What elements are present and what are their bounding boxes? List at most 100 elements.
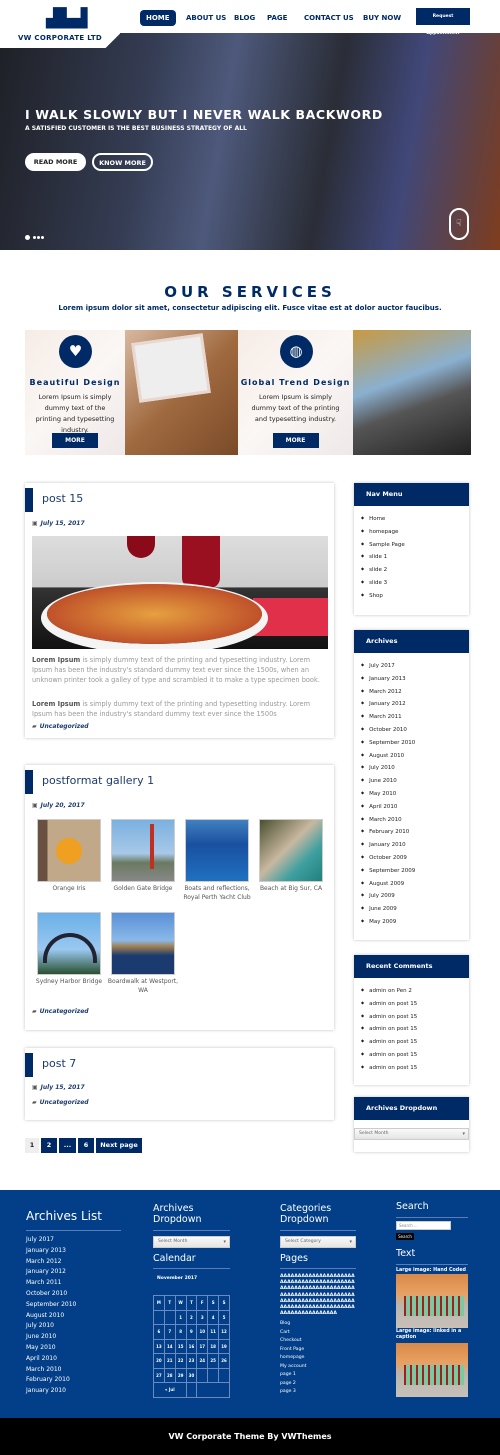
nav-about-us[interactable]: ABOUT US <box>180 10 232 26</box>
footer-archive-link[interactable]: August 2010 <box>26 1311 76 1322</box>
footer-page-link[interactable]: Blog <box>280 1320 306 1329</box>
footer-page-link[interactable]: page 3 <box>280 1388 306 1397</box>
comment-link[interactable]: admin on post 15 <box>361 997 469 1010</box>
nav-buy-now[interactable]: BUY NOW <box>357 10 407 26</box>
gallery-image[interactable] <box>185 819 249 882</box>
next-page-button[interactable]: Next page <box>96 1138 142 1153</box>
footer-page-link[interactable]: page 2 <box>280 1380 306 1389</box>
post-title[interactable]: postformat gallery 1 <box>42 774 154 787</box>
post-image[interactable] <box>32 536 328 649</box>
footer-archive-link[interactable]: April 2010 <box>26 1354 76 1365</box>
archive-link[interactable]: May 2009 <box>361 915 469 928</box>
comment-link[interactable]: admin on post 15 <box>361 1010 469 1023</box>
comment-link[interactable]: admin on post 15 <box>361 1048 469 1061</box>
search-input[interactable]: Search ... <box>396 1221 451 1230</box>
gallery-image[interactable] <box>111 912 175 975</box>
gallery-image[interactable] <box>111 819 175 882</box>
comment-link[interactable]: admin on post 15 <box>361 1061 469 1074</box>
archive-link[interactable]: September 2009 <box>361 864 469 877</box>
nav-menu-link[interactable]: Sample Page <box>361 538 469 551</box>
archive-link[interactable]: June 2009 <box>361 902 469 915</box>
footer-archives-select[interactable]: Select Month <box>153 1236 230 1248</box>
nav-menu-link[interactable]: slide 2 <box>361 563 469 576</box>
nav-menu-link[interactable]: Home <box>361 512 469 525</box>
footer-archive-link[interactable]: March 2010 <box>26 1365 76 1376</box>
post-category[interactable]: ▰ Uncategorized <box>32 723 89 730</box>
nav-menu-link[interactable]: slide 1 <box>361 550 469 563</box>
archive-link[interactable]: February 2010 <box>361 825 469 838</box>
footer-page-link[interactable]: My account <box>280 1363 306 1372</box>
archive-link[interactable]: October 2009 <box>361 851 469 864</box>
archive-link[interactable]: March 2012 <box>361 685 469 698</box>
nav-contact-us[interactable]: CONTACT US <box>298 10 360 26</box>
search-button[interactable]: Search <box>396 1233 414 1240</box>
slide-dot[interactable] <box>33 236 36 239</box>
gallery-image[interactable] <box>37 912 101 975</box>
know-more-button[interactable]: KNOW MORE <box>92 153 153 171</box>
more-button[interactable]: MORE <box>272 433 319 448</box>
page-link[interactable]: AAAAAAAAAAAAAAAAAAAAAAAAAAAAAAAAAAAAAAAA… <box>280 1274 356 1317</box>
archive-link[interactable]: September 2010 <box>361 736 469 749</box>
gallery-image[interactable] <box>37 819 101 882</box>
bicycles-image[interactable] <box>396 1274 468 1328</box>
archive-link[interactable]: July 2009 <box>361 889 469 902</box>
nav-menu-link[interactable]: slide 3 <box>361 576 469 589</box>
archives-select[interactable]: Select Month <box>354 1128 469 1140</box>
bicycles-image[interactable] <box>396 1343 468 1397</box>
comment-link[interactable]: admin on post 15 <box>361 1035 469 1048</box>
archive-link[interactable]: January 2013 <box>361 672 469 685</box>
request-appointment-button[interactable]: Request Appointment <box>416 8 470 36</box>
nav-menu-link[interactable]: Shop <box>361 589 469 602</box>
post-date[interactable]: ▣ July 15, 2017 <box>32 520 85 527</box>
gallery-image[interactable] <box>259 819 323 882</box>
post-category[interactable]: ▰ Uncategorized <box>32 1099 89 1106</box>
footer-page-link[interactable]: homepage <box>280 1354 306 1363</box>
footer-page-link[interactable]: Checkout <box>280 1337 306 1346</box>
nav-home[interactable]: HOME <box>140 10 176 26</box>
archive-link[interactable]: August 2010 <box>361 749 469 762</box>
archive-link[interactable]: July 2010 <box>361 761 469 774</box>
archive-link[interactable]: June 2010 <box>361 774 469 787</box>
footer-archive-link[interactable]: January 2010 <box>26 1386 76 1397</box>
footer-archive-link[interactable]: March 2012 <box>26 1257 76 1268</box>
scroll-down-icon[interactable]: ☟ <box>449 208 469 240</box>
footer-archive-link[interactable]: February 2010 <box>26 1375 76 1386</box>
calendar-prev-link[interactable]: « Jul <box>153 1382 187 1398</box>
post-date[interactable]: ▣ July 20, 2017 <box>32 802 85 809</box>
nav-menu-link[interactable]: homepage <box>361 525 469 538</box>
footer-archive-link[interactable]: October 2010 <box>26 1289 76 1300</box>
footer-archive-link[interactable]: January 2012 <box>26 1267 76 1278</box>
post-date[interactable]: ▣ July 15, 2017 <box>32 1084 85 1091</box>
post-title[interactable]: post 7 <box>42 1057 76 1070</box>
footer-archive-link[interactable]: March 2011 <box>26 1278 76 1289</box>
more-button[interactable]: MORE <box>52 433 98 448</box>
footer-archive-link[interactable]: September 2010 <box>26 1300 76 1311</box>
archive-link[interactable]: April 2010 <box>361 800 469 813</box>
post-title[interactable]: post 15 <box>42 492 83 505</box>
archive-link[interactable]: March 2011 <box>361 710 469 723</box>
post-category[interactable]: ▰ Uncategorized <box>32 1008 89 1015</box>
archive-link[interactable]: January 2012 <box>361 697 469 710</box>
footer-page-link[interactable]: Cart <box>280 1329 306 1338</box>
comment-link[interactable]: admin on Pen 2 <box>361 984 469 997</box>
categories-select[interactable]: Select Category <box>280 1236 356 1248</box>
comment-link[interactable]: admin on post 15 <box>361 1022 469 1035</box>
archive-link[interactable]: July 2017 <box>361 659 469 672</box>
footer-page-link[interactable]: page 1 <box>280 1371 306 1380</box>
footer-archive-link[interactable]: July 2017 <box>26 1235 76 1246</box>
footer-archive-link[interactable]: June 2010 <box>26 1332 76 1343</box>
archive-link[interactable]: May 2010 <box>361 787 469 800</box>
nav-page[interactable]: PAGE <box>261 10 293 26</box>
footer-archive-link[interactable]: January 2013 <box>26 1246 76 1257</box>
read-more-button[interactable]: READ MORE <box>25 153 86 171</box>
slide-dot[interactable] <box>37 236 40 239</box>
slide-dot[interactable] <box>41 236 44 239</box>
page-6[interactable]: 6 <box>78 1138 94 1153</box>
page-2[interactable]: 2 <box>41 1138 57 1153</box>
slide-dot-active[interactable] <box>25 235 30 240</box>
archive-link[interactable]: October 2010 <box>361 723 469 736</box>
footer-archive-link[interactable]: May 2010 <box>26 1343 76 1354</box>
archive-link[interactable]: March 2010 <box>361 813 469 826</box>
archive-link[interactable]: January 2010 <box>361 838 469 851</box>
logo[interactable]: ▟▙▟ VW CORPORATE LTD <box>0 0 120 48</box>
